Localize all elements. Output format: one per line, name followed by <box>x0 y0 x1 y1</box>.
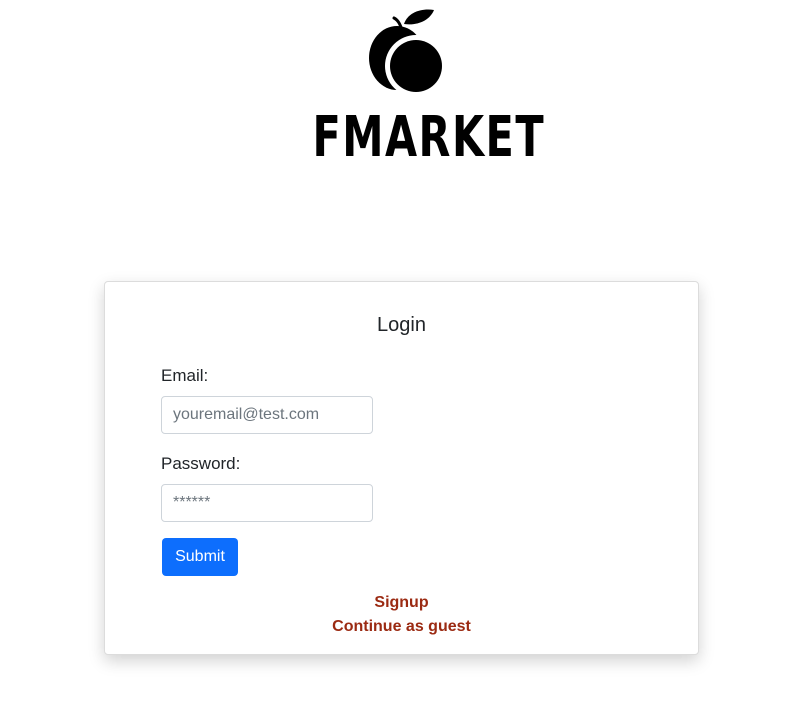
login-card: Login Email: Password: Submit Signup Con… <box>104 281 699 655</box>
login-title: Login <box>377 314 426 336</box>
password-field[interactable] <box>161 484 373 522</box>
signup-link[interactable]: Signup <box>105 594 698 612</box>
brand-logo: FMARKET <box>280 6 546 188</box>
email-field[interactable] <box>161 396 373 434</box>
continue-as-guest-link[interactable]: Continue as guest <box>105 618 698 636</box>
peach-icon <box>369 9 447 97</box>
password-label: Password: <box>161 454 241 473</box>
brand-wordmark: FMARKET <box>312 105 546 170</box>
email-label: Email: <box>161 366 209 385</box>
submit-button[interactable]: Submit <box>162 538 238 576</box>
